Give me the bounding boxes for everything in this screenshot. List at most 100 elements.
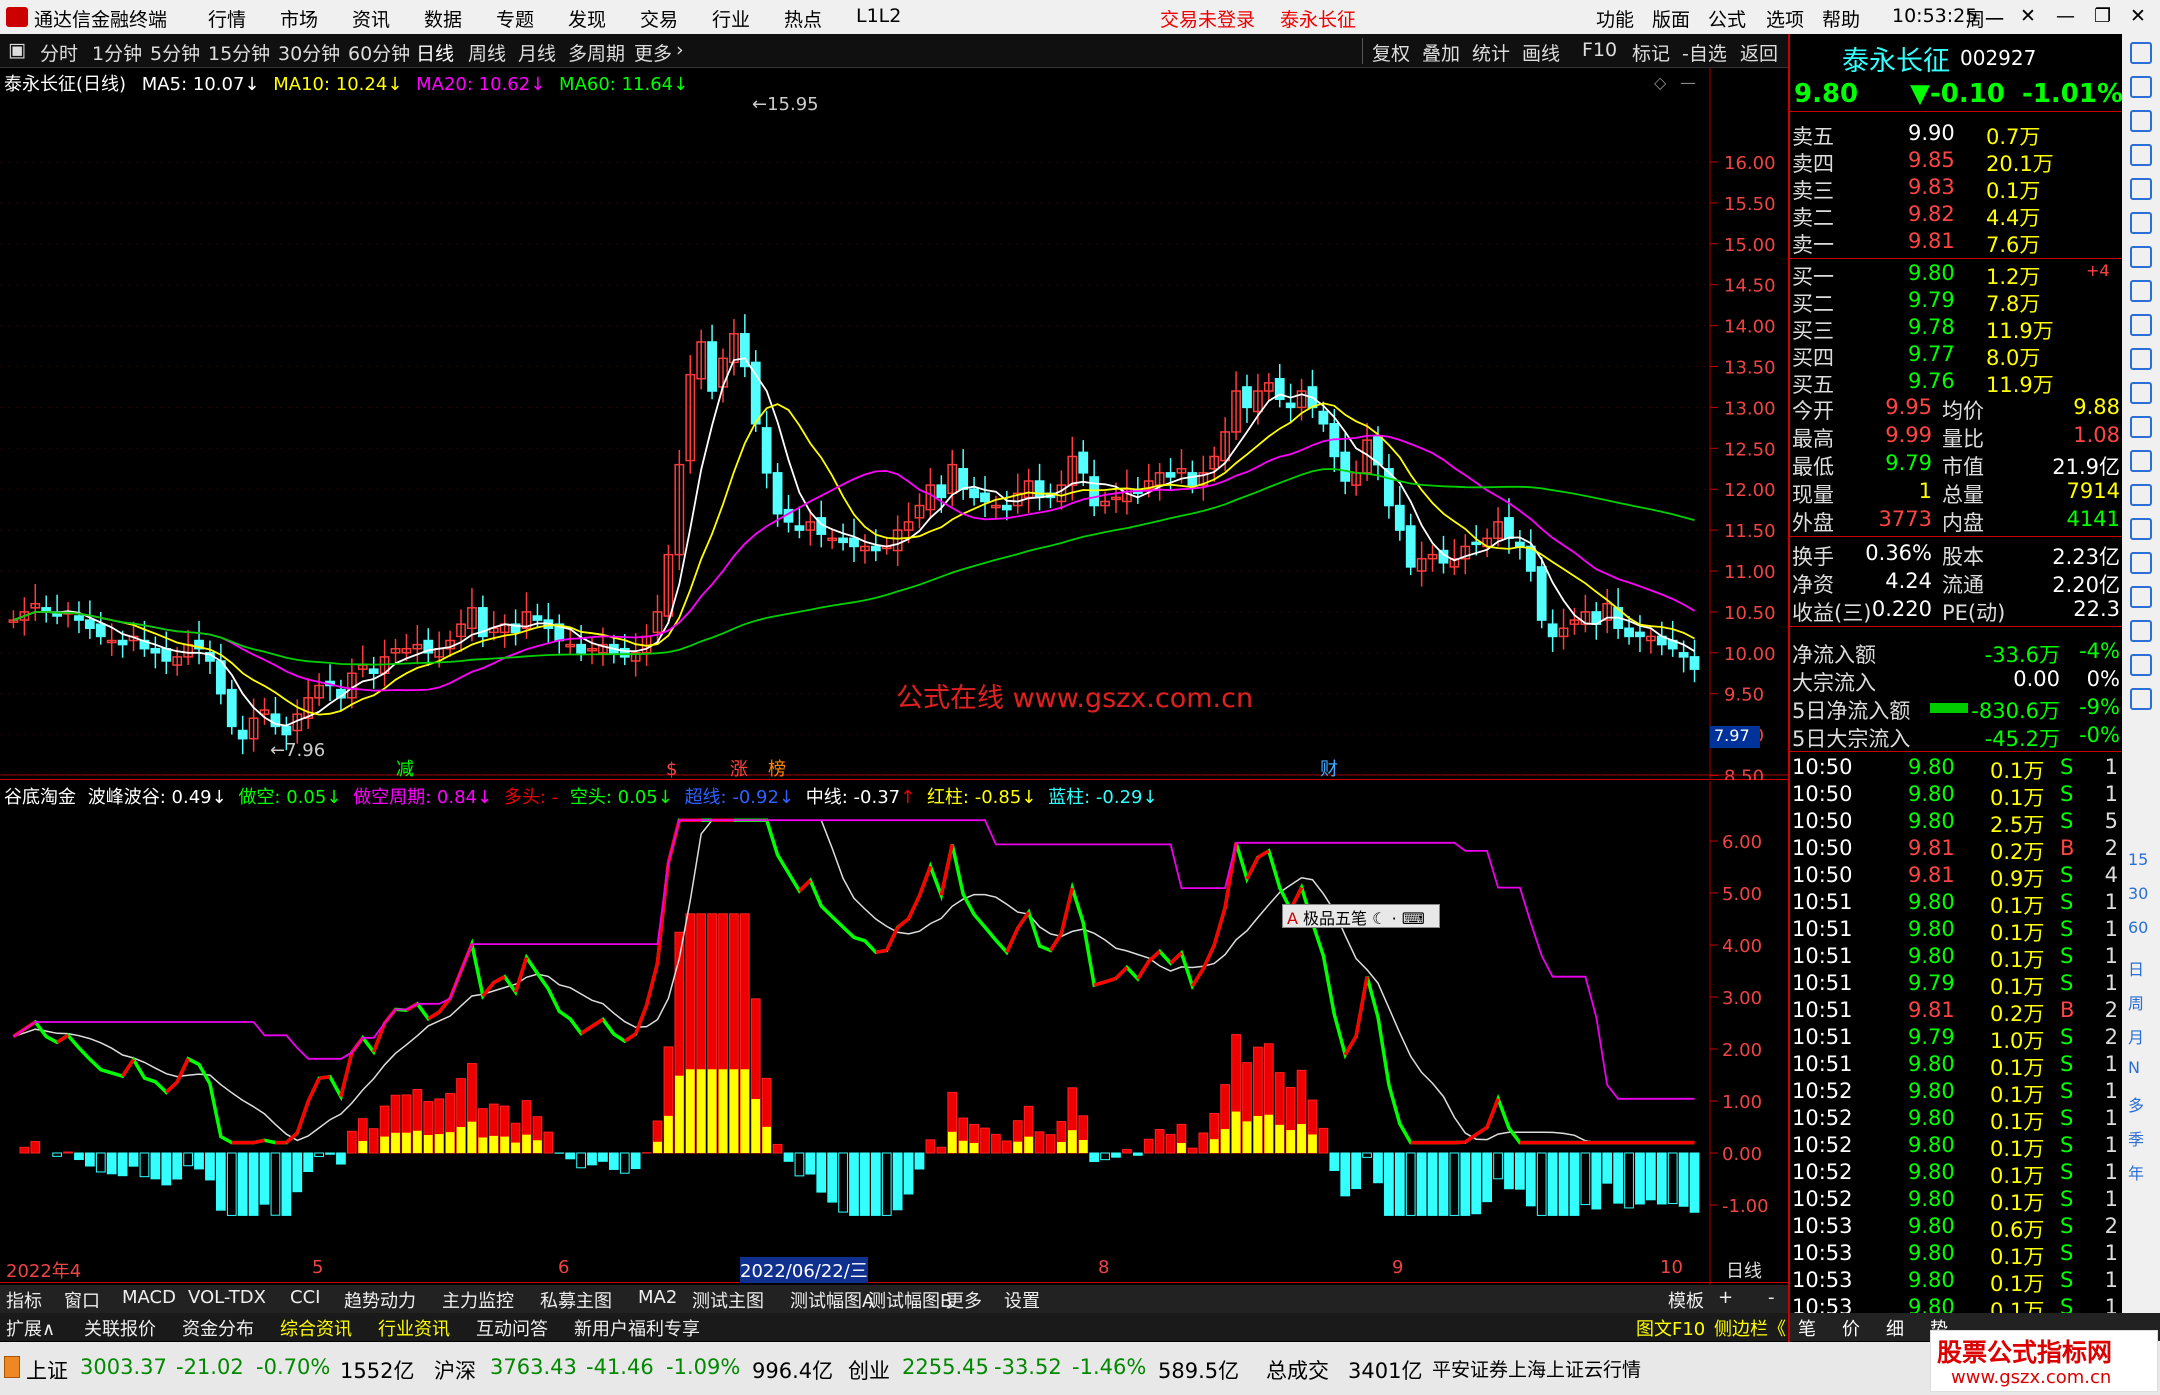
ime-keyboard-icon[interactable]: ⌨: [1402, 909, 1425, 928]
menu-banmian[interactable]: 版面: [1652, 5, 1690, 32]
maximize-icon[interactable]: ❐: [2094, 5, 2111, 27]
side-period-4[interactable]: 多: [2128, 1092, 2144, 1116]
tab-60min[interactable]: 60分钟: [348, 39, 410, 66]
menu-hangye[interactable]: 行业: [712, 5, 750, 32]
f10-link[interactable]: 图文F10: [1636, 1315, 1705, 1341]
bottom-tab-4[interactable]: CCI: [290, 1287, 320, 1308]
login-status[interactable]: 交易未登录: [1160, 5, 1255, 32]
tab-monthly[interactable]: 月线: [518, 39, 556, 66]
tab-1min[interactable]: 1分钟: [92, 39, 142, 66]
menu-shuju[interactable]: 数据: [424, 5, 462, 32]
ext-tab-2[interactable]: 资金分布: [182, 1315, 254, 1341]
side-period-2[interactable]: 月: [2128, 1024, 2144, 1048]
tool-tongji[interactable]: 统计: [1472, 39, 1510, 66]
fs-icon[interactable]: [2130, 416, 2152, 438]
menu-faxian[interactable]: 发现: [568, 5, 606, 32]
close-icon[interactable]: ✕: [2020, 5, 2036, 27]
kline-chart[interactable]: 16.00 15.50 15.00 14.50 14.00 13.50 13.00 12.50…: [0, 68, 1788, 780]
bottom-right-1[interactable]: +: [1718, 1287, 1733, 1308]
bottom-tab-11[interactable]: 测试幅图B: [868, 1287, 952, 1313]
menu-shichang[interactable]: 市场: [280, 5, 318, 32]
list-icon[interactable]: [2130, 178, 2152, 200]
ext-tab-5[interactable]: 互动问答: [476, 1315, 548, 1341]
side-number-30[interactable]: 30: [2128, 884, 2148, 903]
sh-name[interactable]: 上证: [26, 1355, 68, 1385]
kline-panel[interactable]: 泰永长征(日线) MA5: 10.07↓ MA10: 10.24↓ MA20: …: [0, 68, 1788, 780]
ext-tab-4[interactable]: 行业资讯: [378, 1315, 450, 1341]
menu-zhuanti[interactable]: 专题: [496, 5, 534, 32]
menu-gongshi[interactable]: 公式: [1708, 5, 1746, 32]
ime-popup[interactable]: A 极品五笔 ☾ · ⌨: [1282, 904, 1440, 928]
market-icon[interactable]: [4, 1356, 20, 1378]
pen-icon[interactable]: [2130, 586, 2152, 608]
tab-multi[interactable]: 多周期: [568, 39, 625, 66]
fs2-icon[interactable]: [2130, 620, 2152, 642]
bottom-tab-12[interactable]: 更多: [946, 1287, 982, 1313]
indicator-chart[interactable]: 6.00 5.00 4.00 3.00 2.00 1.00 0.00 -1.00: [0, 781, 1788, 1285]
up-outline-icon[interactable]: [2130, 76, 2152, 98]
chart-icon[interactable]: [2130, 212, 2152, 234]
menu-zixun[interactable]: 资讯: [352, 5, 390, 32]
menu-bangzhu[interactable]: 帮助: [1822, 5, 1860, 32]
window-close-icon[interactable]: ✕: [2130, 5, 2146, 27]
f10-icon[interactable]: [2130, 314, 2152, 336]
bottom-tab-0[interactable]: 指标: [6, 1287, 42, 1313]
bottom-tab-5[interactable]: 趋势动力: [344, 1287, 416, 1313]
side-period-6[interactable]: 年: [2128, 1160, 2144, 1184]
up-arrow-icon[interactable]: [2130, 42, 2152, 64]
menu-redian[interactable]: 热点: [784, 5, 822, 32]
subtab-jia[interactable]: 价: [1842, 1315, 1860, 1341]
bottom-right-0[interactable]: 模板: [1668, 1287, 1704, 1313]
sz-name[interactable]: 沪深: [434, 1355, 476, 1385]
bar-icon[interactable]: [2130, 246, 2152, 268]
subtab-bi[interactable]: 笔: [1798, 1315, 1816, 1341]
ext-tab-3[interactable]: 综合资讯: [280, 1315, 352, 1341]
side-period-1[interactable]: 周: [2128, 990, 2144, 1014]
tool-zixuan[interactable]: -自选: [1682, 39, 1727, 66]
menu-l1l2[interactable]: L1L2: [856, 5, 901, 27]
tab-15min[interactable]: 15分钟: [208, 39, 270, 66]
copy-icon[interactable]: [2130, 654, 2152, 676]
tab-fenshi[interactable]: 分时: [40, 39, 78, 66]
subtab-xi[interactable]: 细: [1886, 1315, 1904, 1341]
menu-xuanxiang[interactable]: 选项: [1766, 5, 1804, 32]
bottom-tab-7[interactable]: 私募主图: [540, 1287, 612, 1313]
broker-name[interactable]: 平安证券上海上证云行情: [1432, 1355, 1641, 1382]
side-number-60[interactable]: 60: [2128, 918, 2148, 937]
tab-weekly[interactable]: 周线: [468, 39, 506, 66]
diamond2-icon[interactable]: [2130, 688, 2152, 710]
move-icon[interactable]: [2130, 552, 2152, 574]
sidebar-toggle[interactable]: 侧边栏《: [1714, 1315, 1786, 1341]
tab-5min[interactable]: 5分钟: [150, 39, 200, 66]
x-axis-period[interactable]: 日线: [1726, 1257, 1762, 1283]
bottom-tab-1[interactable]: 窗口: [64, 1287, 100, 1313]
bottom-tab-8[interactable]: MA2: [638, 1287, 677, 1308]
doc-icon[interactable]: [2130, 348, 2152, 370]
menu-hangqing[interactable]: 行情: [208, 5, 246, 32]
tool-huaxian[interactable]: 画线: [1522, 39, 1560, 66]
bottom-tab-2[interactable]: MACD: [122, 1287, 176, 1308]
bottom-tab-9[interactable]: 测试主图: [692, 1287, 764, 1313]
indicator-panel[interactable]: 谷底淘金 波峰波谷: 0.49↓ 做空: 0.05↓ 做空周期: 0.84↓ 多…: [0, 781, 1788, 1285]
tool-fuquan[interactable]: 复权: [1372, 39, 1410, 66]
bottom-tab-6[interactable]: 主力监控: [442, 1287, 514, 1313]
bottom-tab-10[interactable]: 测试幅图A: [790, 1287, 874, 1313]
grid-icon[interactable]: [2130, 144, 2152, 166]
side-period-0[interactable]: 日: [2128, 956, 2144, 980]
bottom-tab-3[interactable]: VOL-TDX: [188, 1287, 266, 1308]
bottom-tab-13[interactable]: 设置: [1004, 1287, 1040, 1313]
tab-more[interactable]: 更多: [634, 39, 672, 66]
side-number-15[interactable]: 15: [2128, 850, 2148, 869]
ext-tab-1[interactable]: 关联报价: [84, 1315, 156, 1341]
menu-toggle-icon[interactable]: ▣: [8, 39, 26, 61]
menu-gongneng[interactable]: 功能: [1596, 5, 1634, 32]
tool-diejia[interactable]: 叠加: [1422, 39, 1460, 66]
menu-jiaoyi[interactable]: 交易: [640, 5, 678, 32]
side-period-3[interactable]: N: [2128, 1058, 2140, 1077]
table-icon[interactable]: [2130, 280, 2152, 302]
tab-30min[interactable]: 30分钟: [278, 39, 340, 66]
list2-icon[interactable]: [2130, 382, 2152, 404]
down-outline-icon[interactable]: [2130, 110, 2152, 132]
tool-fanhui[interactable]: 返回: [1740, 39, 1778, 66]
tool-f10[interactable]: F10: [1582, 39, 1617, 61]
